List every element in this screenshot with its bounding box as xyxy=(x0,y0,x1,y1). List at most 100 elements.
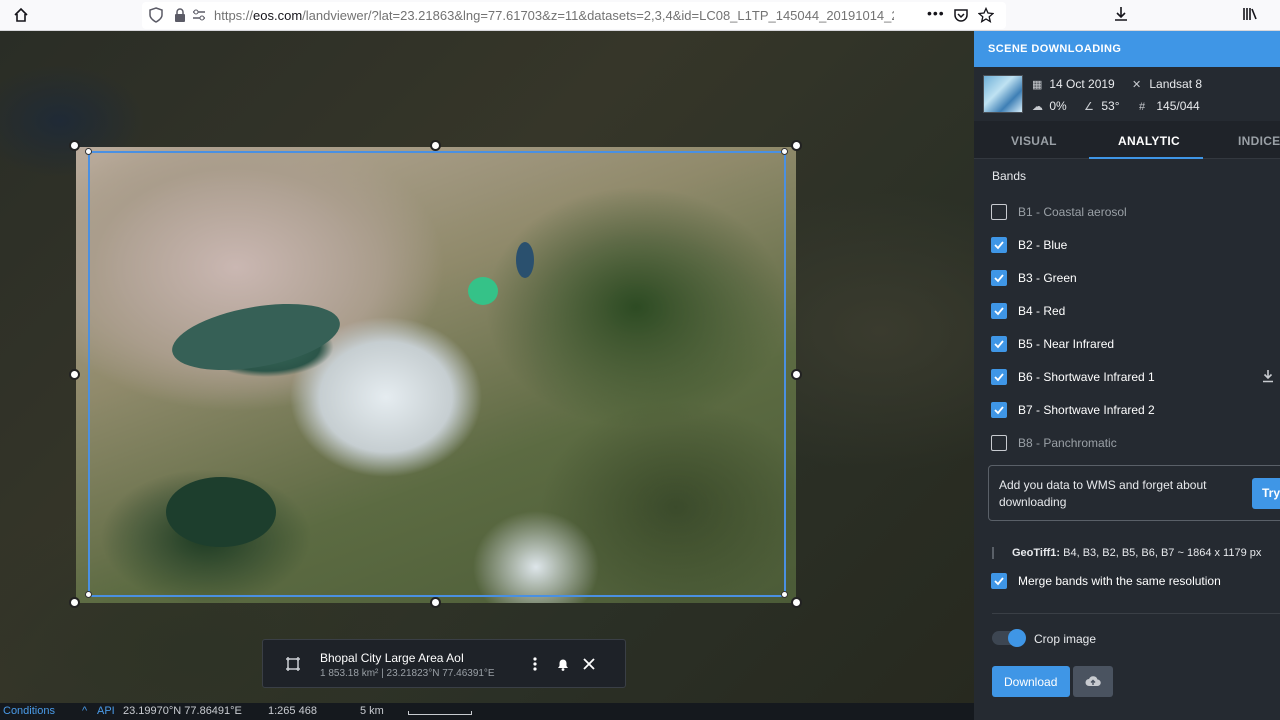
tab-analytic[interactable]: ANALYTIC xyxy=(1118,134,1180,148)
cloud-upload-icon xyxy=(1085,676,1101,686)
bookmark-star-icon[interactable] xyxy=(978,7,994,23)
aoi-subtitle: 1 853.18 km² | 23.21823°N 77.46391°E xyxy=(320,668,495,679)
scene-satellite: ✕ Landsat 8 xyxy=(1132,77,1203,91)
more-options-icon[interactable] xyxy=(529,656,541,672)
band-checkbox[interactable] xyxy=(991,435,1007,451)
merge-label: Merge bands with the same resolution xyxy=(1018,574,1221,588)
scale-distance: 5 km xyxy=(360,705,384,717)
check-icon xyxy=(994,241,1004,250)
satellite-map[interactable] xyxy=(0,31,974,703)
active-tab-indicator xyxy=(1089,157,1203,159)
conditions-link[interactable]: Conditions xyxy=(3,705,55,717)
band-label: B8 - Panchromatic xyxy=(1018,436,1117,450)
scene-vertex[interactable] xyxy=(781,148,788,155)
band-row[interactable]: B3 - Green xyxy=(991,268,1271,288)
merge-checkbox[interactable] xyxy=(991,573,1007,589)
panel-header: SCENE DOWNLOADING xyxy=(974,31,1280,67)
scene-vertex[interactable] xyxy=(85,591,92,598)
band-row[interactable]: B7 - Shortwave Infrared 2 xyxy=(991,400,1271,420)
aoi-corner-handle[interactable] xyxy=(791,597,802,608)
downloads-icon[interactable] xyxy=(1112,5,1130,23)
close-icon[interactable] xyxy=(582,657,596,671)
cloud-upload-button[interactable] xyxy=(1073,666,1113,697)
scene-cloud: ☁ 0% xyxy=(1032,99,1067,113)
scene-date: ▦ 14 Oct 2019 xyxy=(1032,77,1115,91)
page-actions-icon[interactable]: ••• xyxy=(927,5,944,21)
check-icon xyxy=(994,406,1004,415)
band-checkbox[interactable] xyxy=(991,204,1007,220)
geotiff-info: GeoTiff1: B4, B3, B2, B5, B6, B7 ~ 1864 … xyxy=(992,547,1261,559)
aoi-corner-handle[interactable] xyxy=(791,140,802,151)
aoi-edge-handle[interactable] xyxy=(430,597,441,608)
band-row[interactable]: B6 - Shortwave Infrared 1 xyxy=(991,367,1274,387)
lock-icon[interactable] xyxy=(172,7,188,23)
url-bar[interactable]: https://eos.com/landviewer/?lat=23.21863… xyxy=(142,2,1006,29)
check-icon xyxy=(994,307,1004,316)
check-icon xyxy=(994,340,1004,349)
tab-indices[interactable]: INDICES xyxy=(1238,134,1280,148)
cloud-icon: ☁ xyxy=(1032,101,1043,113)
pocket-icon[interactable] xyxy=(953,7,969,23)
wms-text: Add you data to WMS and forget about dow… xyxy=(999,478,1207,509)
band-label: B2 - Blue xyxy=(1018,238,1068,252)
scene-path-row: # 145/044 xyxy=(1139,99,1200,113)
scale-bar xyxy=(408,711,472,715)
chevron-up-icon[interactable]: ^ xyxy=(82,705,87,717)
cursor-coordinates: 23.19970°N 77.86491°E xyxy=(123,705,242,717)
aoi-edge-handle[interactable] xyxy=(430,140,441,151)
wms-promo: Add you data to WMS and forget about dow… xyxy=(988,465,1280,521)
check-icon xyxy=(994,577,1004,586)
panel-tabs: VISUAL ANALYTIC INDICES xyxy=(974,121,1280,159)
band-row[interactable]: B8 - Panchromatic xyxy=(991,433,1271,453)
api-link[interactable]: API xyxy=(97,705,115,717)
satellite-icon: ✕ xyxy=(1132,79,1142,91)
band-label: B6 - Shortwave Infrared 1 xyxy=(1018,370,1155,384)
scene-info: ▦ 14 Oct 2019 ✕ Landsat 8 ☁ 0% ∠ 53° # 1… xyxy=(974,67,1280,121)
map-status-bar: Conditions ^ API 23.19970°N 77.86491°E 1… xyxy=(0,703,974,720)
download-button[interactable]: Download xyxy=(992,666,1070,697)
geotiff-name: GeoTiff1: xyxy=(1012,547,1061,559)
band-label: B5 - Near Infrared xyxy=(1018,337,1115,351)
band-label: B1 - Coastal aerosol xyxy=(1018,205,1127,219)
tab-visual[interactable]: VISUAL xyxy=(1011,134,1057,148)
shield-icon[interactable] xyxy=(148,7,164,23)
calendar-icon: ▦ xyxy=(1032,79,1043,91)
scene-vertex[interactable] xyxy=(781,591,788,598)
scene-sun-angle: ∠ 53° xyxy=(1084,99,1120,113)
try-button[interactable]: Try xyxy=(1252,478,1280,509)
url-text: https://eos.com/landviewer/?lat=23.21863… xyxy=(214,8,894,23)
aoi-boundary[interactable] xyxy=(88,151,786,597)
aoi-corner-handle[interactable] xyxy=(69,140,80,151)
aoi-edge-handle[interactable] xyxy=(69,369,80,380)
band-checkbox[interactable] xyxy=(991,237,1007,253)
scene-thumbnail[interactable] xyxy=(983,75,1023,113)
bell-icon[interactable] xyxy=(555,656,571,672)
browser-toolbar: https://eos.com/landviewer/?lat=23.21863… xyxy=(0,0,1280,31)
band-label: B3 - Green xyxy=(1018,271,1077,285)
band-row[interactable]: B4 - Red xyxy=(991,301,1271,321)
hash-icon: # xyxy=(1139,101,1146,113)
band-checkbox[interactable] xyxy=(991,369,1007,385)
download-icon[interactable] xyxy=(1262,369,1274,383)
band-label: B7 - Shortwave Infrared 2 xyxy=(1018,403,1155,417)
permissions-icon[interactable] xyxy=(191,7,207,23)
band-checkbox[interactable] xyxy=(991,402,1007,418)
band-checkbox[interactable] xyxy=(991,336,1007,352)
map-scale: 1:265 468 xyxy=(268,705,317,717)
aoi-edge-handle[interactable] xyxy=(791,369,802,380)
angle-icon: ∠ xyxy=(1084,101,1094,113)
scene-vertex[interactable] xyxy=(85,148,92,155)
polygon-icon xyxy=(286,657,300,671)
aoi-info-popup: Bhopal City Large Area AoI 1 853.18 km² … xyxy=(262,639,626,688)
band-row[interactable]: B1 - Coastal aerosol xyxy=(991,202,1271,222)
merge-bands-option[interactable]: Merge bands with the same resolution xyxy=(991,571,1280,591)
band-row[interactable]: B5 - Near Infrared xyxy=(991,334,1271,354)
library-icon[interactable] xyxy=(1241,5,1259,23)
crop-toggle[interactable] xyxy=(992,629,1026,647)
home-icon[interactable] xyxy=(12,6,30,24)
toggle-knob xyxy=(1008,629,1026,647)
aoi-corner-handle[interactable] xyxy=(69,597,80,608)
band-checkbox[interactable] xyxy=(991,270,1007,286)
band-row[interactable]: B2 - Blue xyxy=(991,235,1271,255)
band-checkbox[interactable] xyxy=(991,303,1007,319)
